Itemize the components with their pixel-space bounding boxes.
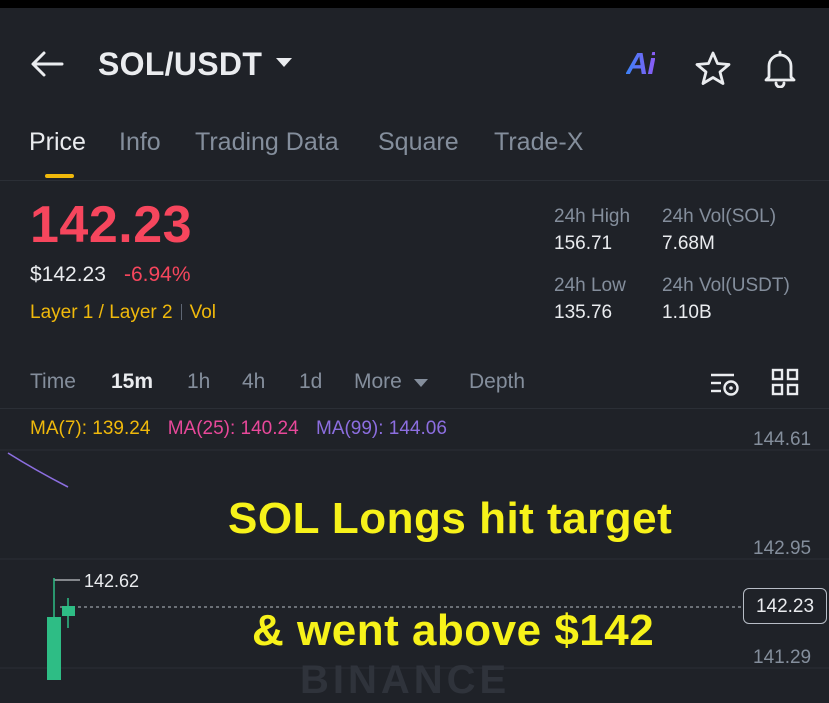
y-axis-label-3: 141.29: [753, 647, 812, 668]
interval-1d[interactable]: 1d: [299, 370, 322, 394]
interval-4h[interactable]: 4h: [242, 370, 265, 394]
moving-averages-legend: MA(7): 139.24 MA(25): 140.24 MA(99): 144…: [30, 418, 447, 440]
grid-layout-icon[interactable]: [770, 367, 800, 397]
binance-watermark: BINANCE: [300, 658, 511, 702]
tab-trading-data[interactable]: Trading Data: [195, 128, 339, 157]
tab-price[interactable]: Price: [29, 128, 86, 157]
stat-24h-vol-sol-label: 24h Vol(SOL): [662, 206, 777, 227]
interval-bar: Time 15m 1h 4h 1d More Depth: [0, 362, 829, 409]
y-axis-label-2: 142.95: [753, 538, 812, 559]
interval-time[interactable]: Time: [30, 370, 76, 394]
ma99-line: [7, 452, 69, 488]
overlay-caption-line-1: SOL Longs hit target: [228, 494, 673, 543]
tab-bar: Price Info Trading Data Square Trade-X: [0, 126, 829, 181]
active-tab-indicator: [45, 174, 74, 178]
tab-info[interactable]: Info: [119, 128, 161, 157]
stat-24h-low-label: 24h Low: [554, 275, 626, 296]
chart-settings-icon[interactable]: [708, 368, 742, 398]
star-favorite-icon[interactable]: [694, 50, 732, 88]
ma7-value: MA(7): 139.24: [30, 418, 151, 439]
ma25-value: MA(25): 140.24: [167, 418, 299, 439]
tab-trade-x[interactable]: Trade-X: [494, 128, 583, 157]
last-price: 142.23: [30, 196, 193, 254]
tab-square[interactable]: Square: [378, 128, 459, 157]
price-change-percent: -6.94%: [124, 263, 191, 286]
stat-24h-vol-sol-value: 7.68M: [662, 233, 715, 254]
tag-vol[interactable]: Vol: [190, 302, 216, 323]
price-usd: $142.23: [30, 263, 106, 286]
interval-depth[interactable]: Depth: [469, 370, 525, 394]
pair-dropdown-caret-icon[interactable]: [276, 58, 292, 67]
y-axis-label-1: 144.61: [753, 429, 812, 450]
interval-15m[interactable]: 15m: [111, 370, 153, 394]
tag-divider: [180, 304, 182, 320]
current-price-tag: 142.23: [743, 588, 827, 624]
stat-24h-vol-usdt-value: 1.10B: [662, 302, 712, 323]
top-status-strip: [0, 0, 829, 8]
stat-24h-high-value: 156.71: [554, 233, 613, 254]
more-caret-icon[interactable]: [414, 379, 428, 387]
high-price-marker: 142.62: [84, 571, 140, 591]
interval-1h[interactable]: 1h: [187, 370, 210, 394]
bell-notification-icon[interactable]: [761, 48, 799, 88]
ma99-value: MA(99): 144.06: [315, 418, 447, 439]
category-tags: Layer 1 / Layer 2 Vol: [30, 302, 216, 324]
stat-24h-vol-usdt-label: 24h Vol(USDT): [662, 275, 790, 296]
tag-layer[interactable]: Layer 1 / Layer 2: [30, 302, 173, 323]
candle-2-body: [62, 606, 75, 616]
stat-24h-low-value: 135.76: [554, 302, 613, 323]
overlay-caption-line-2: & went above $142: [252, 606, 655, 655]
trading-pair-title[interactable]: SOL/USDT: [98, 46, 262, 83]
candlestick-chart[interactable]: MA(7): 139.24 MA(25): 140.24 MA(99): 144…: [0, 410, 829, 702]
back-arrow-icon[interactable]: [28, 48, 68, 80]
ai-button[interactable]: Ai: [626, 46, 656, 82]
stat-24h-high-label: 24h High: [554, 206, 631, 227]
candle-1-body: [47, 617, 61, 680]
header: SOL/USDT Ai: [0, 8, 829, 118]
interval-more[interactable]: More: [354, 370, 402, 394]
